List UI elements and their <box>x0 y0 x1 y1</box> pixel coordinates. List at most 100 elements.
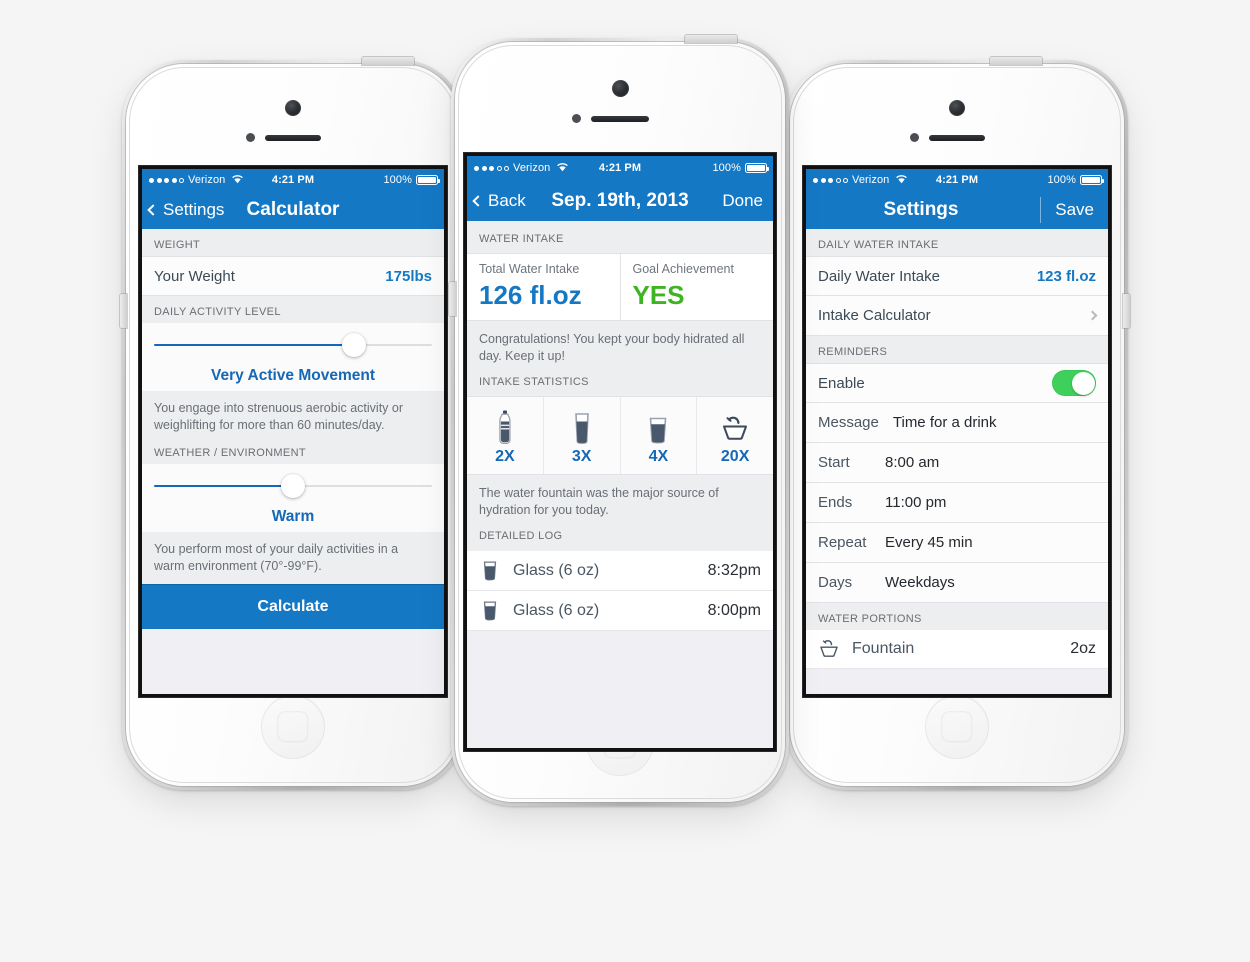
log-entry-time: 8:00pm <box>707 601 761 619</box>
battery-percent-label: 100% <box>383 174 412 186</box>
phone-center: Verizon 4:21 PM 100% Back Sep. 19th, 201… <box>449 35 789 806</box>
section-header-intake-statistics: INTAKE STATISTICS <box>467 376 773 396</box>
volume-button-left[interactable] <box>120 294 127 328</box>
power-button-left[interactable] <box>362 57 414 65</box>
activity-slider[interactable] <box>154 333 432 357</box>
stat-tall-glass[interactable]: 3X <box>542 397 620 474</box>
battery-icon <box>1080 175 1104 185</box>
content-right: DAILY WATER INTAKE Daily Water Intake 12… <box>806 229 1108 694</box>
row-reminder-repeat[interactable]: Repeat Every 45 min <box>806 523 1108 563</box>
portion-label: Fountain <box>852 640 915 657</box>
congrats-note: Congratulations! You kept your body hidr… <box>467 321 773 376</box>
proximity-sensor-left <box>246 133 255 142</box>
volume-button-right[interactable] <box>1123 294 1130 328</box>
fountain-icon <box>697 406 773 444</box>
earpiece-speaker-right <box>929 135 985 141</box>
glass-icon <box>479 600 501 621</box>
activity-slider-row <box>142 323 444 359</box>
your-weight-value: 175lbs <box>385 267 432 285</box>
battery-icon <box>416 175 440 185</box>
power-button-right[interactable] <box>990 57 1042 65</box>
row-reminder-days[interactable]: Days Weekdays <box>806 563 1108 603</box>
battery-percent-label: 100% <box>712 162 741 174</box>
reminder-days-value: Weekdays <box>885 574 955 591</box>
proximity-sensor-right <box>910 133 919 142</box>
section-header-weather: WEATHER / ENVIRONMENT <box>142 443 444 464</box>
nav-bar-right: Settings Save <box>806 191 1108 229</box>
chevron-right-icon <box>1087 310 1098 321</box>
status-bar-right: Verizon 4:21 PM 100% <box>806 169 1108 191</box>
carrier-label: Verizon <box>188 174 226 186</box>
screen-right: Verizon 4:21 PM 100% Settings Save DAILY… <box>806 169 1108 694</box>
weather-slider[interactable] <box>154 474 432 498</box>
glass-icon <box>479 560 501 581</box>
screen-left: Verizon 4:21 PM 100% Settings Calculator… <box>142 169 444 694</box>
activity-slider-knob[interactable] <box>342 333 367 357</box>
content-center: WATER INTAKE Total Water Intake 126 fl.o… <box>467 221 773 748</box>
section-header-daily-water-intake: DAILY WATER INTAKE <box>806 229 1108 256</box>
reminder-message-key: Message <box>818 414 879 431</box>
row-intake-calculator[interactable]: Intake Calculator <box>806 296 1108 336</box>
home-button-right[interactable] <box>925 695 989 759</box>
reminder-days-key: Days <box>818 574 853 591</box>
weather-slider-label: Warm <box>142 500 444 532</box>
section-header-detailed-log: DETAILED LOG <box>467 530 773 551</box>
stat-glass[interactable]: 4X <box>619 397 697 474</box>
weather-slider-knob[interactable] <box>281 474 305 498</box>
log-entry-2[interactable]: Glass (6 oz) 8:00pm <box>467 591 773 631</box>
row-your-weight[interactable]: Your Weight 175lbs <box>142 256 444 296</box>
goal-achievement-value: YES <box>632 280 685 310</box>
your-weight-label: Your Weight <box>154 267 235 285</box>
wifi-icon <box>895 174 908 187</box>
carrier-label: Verizon <box>513 162 551 174</box>
stat-fountain[interactable]: 20X <box>696 397 773 474</box>
power-button-center[interactable] <box>685 35 737 43</box>
volume-button-center[interactable] <box>449 282 456 316</box>
content-left: WEIGHT Your Weight 175lbs DAILY ACTIVITY… <box>142 229 444 694</box>
reminder-message-value: Time for a drink <box>892 414 997 431</box>
home-button-left[interactable] <box>261 695 325 759</box>
save-button[interactable]: Save <box>1041 200 1108 220</box>
stat-fountain-count: 20X <box>720 448 750 465</box>
back-button-center[interactable]: Back <box>467 191 526 211</box>
total-water-intake-caption: Total Water Intake <box>479 262 580 276</box>
stat-glass-count: 4X <box>648 448 669 465</box>
log-entry-1[interactable]: Glass (6 oz) 8:32pm <box>467 551 773 591</box>
earpiece-speaker-left <box>265 135 321 141</box>
status-left-group: Verizon <box>142 174 244 187</box>
row-enable-reminders[interactable]: Enable <box>806 363 1108 403</box>
row-reminder-start[interactable]: Start 8:00 am <box>806 443 1108 483</box>
weather-slider-row <box>142 464 444 500</box>
activity-note: You engage into strenuous aerobic activi… <box>142 391 444 443</box>
fountain-note: The water fountain was the major source … <box>467 475 773 530</box>
bottle-icon <box>467 406 543 444</box>
reminder-start-kv: Start 8:00 am <box>818 454 939 471</box>
section-header-water-portions: WATER PORTIONS <box>806 603 1108 630</box>
battery-percent-label: 100% <box>1047 174 1076 186</box>
phone-right: Verizon 4:21 PM 100% Settings Save DAILY… <box>786 57 1130 790</box>
done-button[interactable]: Done <box>722 191 773 211</box>
row-portion-fountain[interactable]: Fountain 2oz <box>806 630 1108 669</box>
reminder-repeat-kv: Repeat Every 45 min <box>818 534 973 551</box>
daily-water-intake-label: Daily Water Intake <box>818 267 940 285</box>
row-reminder-message[interactable]: Message Time for a drink <box>806 403 1108 443</box>
stat-bottle[interactable]: 2X <box>467 397 543 474</box>
row-daily-water-intake[interactable]: Daily Water Intake 123 fl.oz <box>806 256 1108 296</box>
reminder-days-kv: Days Weekdays <box>818 574 955 591</box>
summary-cards: Total Water Intake 126 fl.oz Goal Achiev… <box>467 253 773 321</box>
signal-strength-icon <box>474 165 509 171</box>
phone-left: Verizon 4:21 PM 100% Settings Calculator… <box>120 57 464 790</box>
daily-water-intake-value: 123 fl.oz <box>1036 267 1096 285</box>
stat-bottle-count: 2X <box>495 448 515 465</box>
reminder-repeat-key: Repeat <box>818 534 867 551</box>
back-button-left[interactable]: Settings <box>142 200 224 220</box>
enable-toggle[interactable] <box>1052 370 1096 396</box>
calculate-button[interactable]: Calculate <box>142 584 444 629</box>
log-entry-label: Glass (6 oz) <box>513 561 600 579</box>
reminder-ends-value: 11:00 pm <box>885 494 947 511</box>
row-reminder-ends[interactable]: Ends 11:00 pm <box>806 483 1108 523</box>
section-header-water-intake: WATER INTAKE <box>467 221 773 253</box>
chevron-left-icon <box>472 194 484 207</box>
total-water-intake-value: 126 fl.oz <box>479 280 582 310</box>
carrier-label: Verizon <box>852 174 890 186</box>
